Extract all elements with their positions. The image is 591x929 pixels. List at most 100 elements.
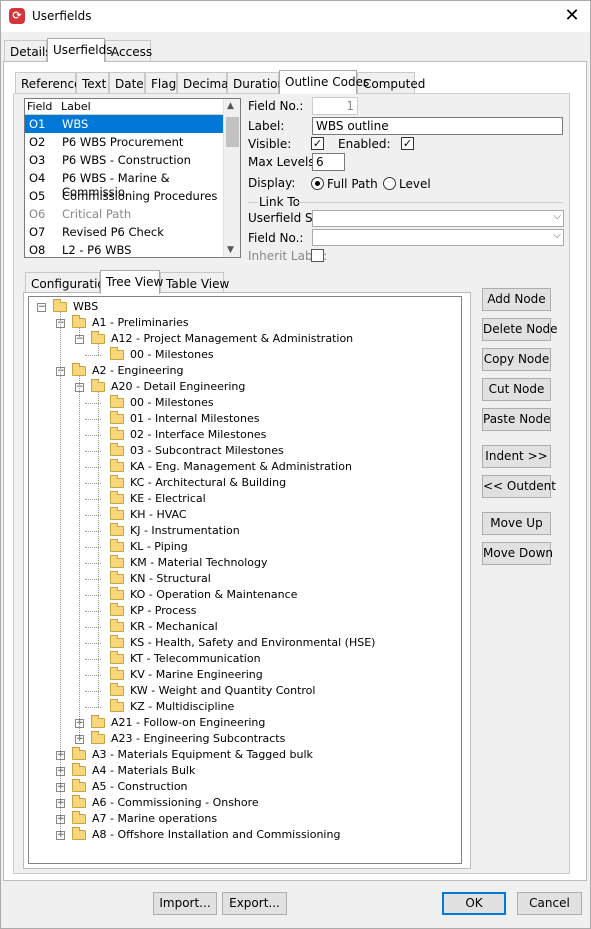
tree-node-label: A20 - Detail Engineering xyxy=(111,380,246,393)
folder-icon xyxy=(72,763,86,776)
field-no-combo[interactable]: ⌵ xyxy=(312,229,564,246)
field-list-header: Field Label xyxy=(25,99,225,115)
display-label: Display: xyxy=(248,176,296,190)
tab-tree-view[interactable]: Tree View xyxy=(100,270,163,294)
tree-node-label: KM - Material Technology xyxy=(130,556,268,569)
folder-icon xyxy=(110,571,124,584)
tree-node-label: KO - Operation & Maintenance xyxy=(130,588,298,601)
folder-icon xyxy=(91,715,105,728)
field-list[interactable]: Field Label O1 WBS O2 P6 WBS Procurement O… xyxy=(24,98,241,258)
scroll-thumb[interactable] xyxy=(226,117,239,147)
tree-node-label: A2 - Engineering xyxy=(92,364,184,377)
enabled-label: Enabled: xyxy=(338,137,391,151)
folder-icon xyxy=(110,347,124,360)
field-row-o7[interactable]: O7 Revised P6 Check xyxy=(25,223,225,241)
tree-node-label: KR - Mechanical xyxy=(130,620,218,633)
label-label: Label: xyxy=(248,119,285,133)
field-row-o5[interactable]: O5 Commissioning Procedures xyxy=(25,187,225,205)
import-button[interactable]: Import... xyxy=(153,892,217,915)
field-no-label: Field No.: xyxy=(248,99,304,113)
field-code: O4 xyxy=(29,171,46,185)
tab-duration[interactable]: Duration xyxy=(227,72,285,94)
tree-guide-line xyxy=(79,376,80,739)
tree-node-label: KJ - Instrumentation xyxy=(130,524,240,537)
tab-details[interactable]: Details xyxy=(4,40,52,62)
field-code: O6 xyxy=(29,207,46,221)
visible-checkbox[interactable]: ✓ xyxy=(311,137,324,150)
cancel-button[interactable]: Cancel xyxy=(517,892,582,915)
export-button[interactable]: Export... xyxy=(222,892,287,915)
paste-node-button[interactable]: Paste Node xyxy=(482,408,551,431)
tree-node-label: A3 - Materials Equipment & Tagged bulk xyxy=(92,748,313,761)
tab-table-view[interactable]: Table View xyxy=(160,272,229,294)
copy-node-button[interactable]: Copy Node xyxy=(482,348,551,371)
tree-node-label: A7 - Marine operations xyxy=(92,812,218,825)
tab-reference[interactable]: Reference xyxy=(15,72,81,94)
tree-node-label: A6 - Commissioning - Onshore xyxy=(92,796,259,809)
column-label[interactable]: Label xyxy=(61,100,91,113)
window-title: Userfields xyxy=(32,9,92,23)
scroll-up-icon[interactable]: ▲ xyxy=(227,101,234,111)
folder-icon xyxy=(110,555,124,568)
indent-button[interactable]: Indent >> xyxy=(482,445,551,468)
tree-node-label: A1 - Preliminaries xyxy=(92,316,189,329)
max-levels-input[interactable]: 6 xyxy=(312,153,345,171)
folder-icon xyxy=(110,683,124,696)
collapse-icon[interactable]: − xyxy=(37,303,46,312)
full-path-label[interactable]: Full Path xyxy=(327,177,378,191)
add-node-button[interactable]: Add Node xyxy=(482,288,551,311)
enabled-checkbox[interactable]: ✓ xyxy=(401,137,414,150)
tree-node-label: KL - Piping xyxy=(130,540,188,553)
tab-outline-codes[interactable]: Outline Codes xyxy=(279,70,369,94)
tab-configuration[interactable]: Configuration xyxy=(25,272,112,294)
outdent-button[interactable]: << Outdent xyxy=(482,475,556,498)
field-row-o4[interactable]: O4 P6 WBS - Marine & Commissio xyxy=(25,169,225,199)
label-input[interactable]: WBS outline xyxy=(312,117,563,135)
level-radio[interactable] xyxy=(383,177,396,190)
cut-node-button[interactable]: Cut Node xyxy=(482,378,551,401)
tree-guide-line xyxy=(98,392,99,707)
full-path-radio[interactable] xyxy=(311,177,324,190)
close-icon[interactable]: ✕ xyxy=(562,5,582,26)
tab-text[interactable]: Text xyxy=(76,72,109,94)
field-label: P6 WBS - Construction xyxy=(62,153,191,167)
tab-date[interactable]: Date xyxy=(109,72,145,94)
delete-node-button[interactable]: Delete Node xyxy=(482,318,558,341)
tree-node-label: KH - HVAC xyxy=(130,508,187,521)
userfield-set-combo[interactable]: ⌵ xyxy=(312,210,564,227)
folder-icon xyxy=(110,619,124,632)
folder-icon xyxy=(110,411,124,424)
folder-icon xyxy=(110,587,124,600)
field-row-o1[interactable]: O1 WBS xyxy=(25,115,225,133)
move-down-button[interactable]: Move Down xyxy=(482,542,553,565)
folder-icon xyxy=(91,331,105,344)
field-label: Critical Path xyxy=(62,207,132,221)
column-field[interactable]: Field xyxy=(27,100,52,113)
field-row-o2[interactable]: O2 P6 WBS Procurement xyxy=(25,133,225,151)
field-row-o8[interactable]: O8 L2 - P6 WBS xyxy=(25,241,225,257)
field-no-input: 1 xyxy=(312,97,358,115)
chevron-down-icon[interactable]: ⌵ xyxy=(553,211,561,222)
field-list-scrollbar[interactable]: ▲ ▼ xyxy=(223,99,240,257)
folder-icon xyxy=(72,747,86,760)
outline-tree[interactable]: − WBS − A1 - Preliminaries − A12 - Project Ma… xyxy=(28,296,462,864)
move-up-button[interactable]: Move Up xyxy=(482,512,551,535)
tab-flag[interactable]: Flag xyxy=(145,72,177,94)
level-label[interactable]: Level xyxy=(399,177,431,191)
tab-decimal[interactable]: Decimal xyxy=(177,72,232,94)
chevron-down-icon[interactable]: ⌵ xyxy=(553,230,561,241)
field-row-o3[interactable]: O3 P6 WBS - Construction xyxy=(25,151,225,169)
folder-icon xyxy=(110,635,124,648)
scroll-down-icon[interactable]: ▼ xyxy=(227,245,234,255)
field-row-o6[interactable]: O6 Critical Path xyxy=(25,205,225,223)
link-to-divider xyxy=(296,202,563,203)
inherit-checkbox[interactable] xyxy=(311,249,324,262)
ok-button[interactable]: OK xyxy=(442,892,506,915)
tree-node-label: 03 - Subcontract Milestones xyxy=(130,444,284,457)
tree-guide-line xyxy=(60,312,61,835)
app-icon: ⟳ xyxy=(9,8,25,24)
tree-node-label: A12 - Project Management & Administratio… xyxy=(111,332,354,345)
field-label: L2 - P6 WBS xyxy=(62,243,132,257)
field-code: O2 xyxy=(29,135,46,149)
tab-userfields[interactable]: Userfields xyxy=(47,38,113,62)
